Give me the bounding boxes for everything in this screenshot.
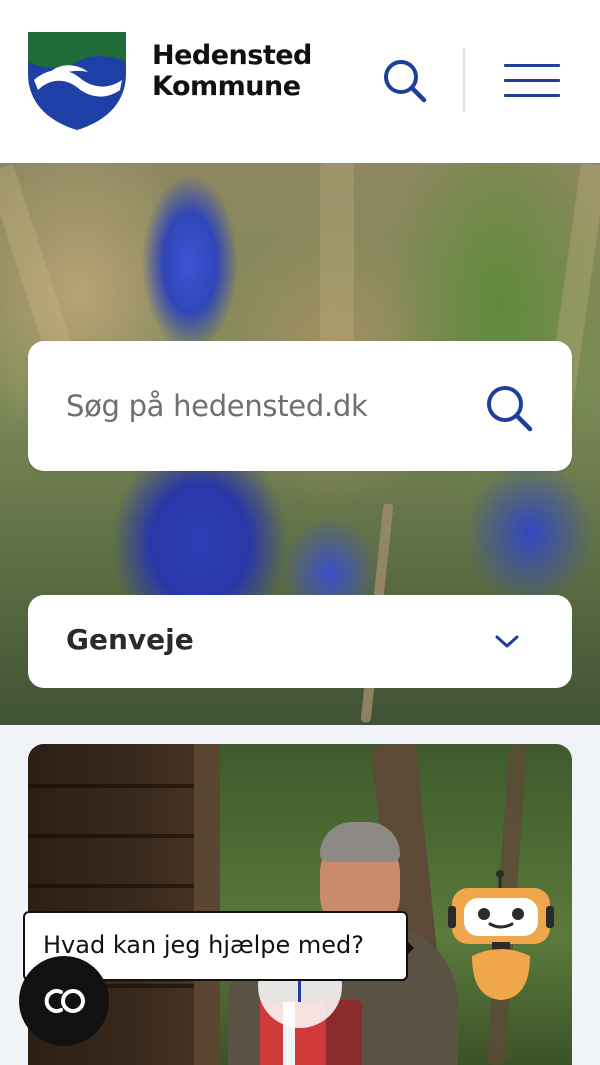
search-icon[interactable]: [380, 56, 430, 106]
search-icon[interactable]: [482, 381, 536, 435]
site-header: Hedensted Kommune: [0, 0, 600, 163]
logo-wordmark[interactable]: Hedensted Kommune: [152, 40, 312, 102]
hero-decoration: [320, 163, 354, 363]
hedensted-logo-icon[interactable]: [28, 32, 126, 130]
chat-bubble-tail: [406, 940, 414, 956]
shortcuts-label: Genveje: [66, 623, 194, 656]
header-divider: [463, 48, 465, 112]
logo-line-2: Kommune: [152, 71, 301, 102]
chevron-down-icon: [495, 635, 519, 648]
chat-launcher-button[interactable]: [19, 956, 109, 1046]
robot-assistant-icon[interactable]: [446, 868, 556, 1008]
shortcuts-dropdown[interactable]: Genveje: [28, 595, 572, 688]
hero-banner: Søg på hedensted.dk Genveje: [0, 163, 600, 725]
co-logo-icon: [44, 989, 85, 1013]
card-image-post: [194, 744, 220, 1065]
search-placeholder: Søg på hedensted.dk: [66, 389, 368, 423]
site-search-input[interactable]: Søg på hedensted.dk: [28, 341, 572, 471]
chat-prompt-text: Hvad kan jeg hjælpe med?: [43, 931, 364, 959]
logo-line-1: Hedensted: [152, 40, 312, 71]
hamburger-menu-icon[interactable]: [500, 60, 564, 104]
